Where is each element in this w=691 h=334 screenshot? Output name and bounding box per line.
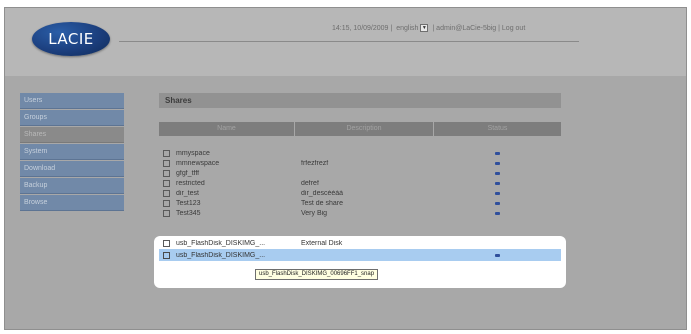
- share-name: gfgf_tfff: [176, 169, 200, 177]
- status-indicator-icon: [495, 253, 500, 257]
- sidebar-item-browse[interactable]: Browse: [20, 195, 124, 211]
- datetime-text: 14:15, 10/09/2009 |: [332, 24, 393, 32]
- share-name: usb_FlashDisk_DISKIMG_...: [176, 239, 266, 247]
- share-name: mmnewspace: [176, 159, 220, 167]
- language-value: english: [396, 24, 419, 32]
- table-row[interactable]: Test345 Very Big: [159, 208, 561, 218]
- status-indicator-icon: [495, 161, 500, 165]
- row-checkbox[interactable]: [163, 179, 170, 187]
- sidebar-item-system[interactable]: System: [20, 144, 124, 160]
- logo-text: LACIE: [48, 30, 94, 48]
- status-indicator-icon: [495, 151, 500, 155]
- row-checkbox[interactable]: [163, 169, 170, 177]
- status-indicator-icon: [495, 171, 500, 175]
- table-row[interactable]: Test123 Test de share: [159, 198, 561, 208]
- share-description: External Disk: [301, 239, 343, 247]
- share-description: Test de share: [301, 199, 344, 207]
- language-select[interactable]: english ▼: [396, 24, 429, 32]
- share-name: usb_FlashDisk_DISKIMG_...: [176, 251, 266, 259]
- sidebar-item-groups[interactable]: Groups: [20, 110, 124, 126]
- row-checkbox[interactable]: [163, 149, 170, 157]
- share-name: mmyspace: [176, 149, 210, 157]
- row-checkbox[interactable]: [163, 159, 170, 167]
- share-description: defref: [301, 179, 319, 187]
- sidebar-item-shares[interactable]: Shares: [20, 127, 124, 143]
- row-checkbox[interactable]: [163, 189, 170, 197]
- sidebar-item-users[interactable]: Users: [20, 93, 124, 109]
- page-title: Shares: [159, 93, 561, 108]
- status-indicator-icon: [495, 201, 500, 205]
- table-row-selected[interactable]: usb_FlashDisk_DISKIMG_...: [159, 249, 561, 261]
- share-description: frfezfrezf: [301, 159, 329, 167]
- highlighted-rows: usb_FlashDisk_DISKIMG_... External Disk …: [154, 236, 566, 288]
- header-divider: [119, 41, 579, 42]
- table-row[interactable]: gfgf_tfff: [159, 168, 561, 178]
- row-checkbox[interactable]: [163, 251, 170, 259]
- lacie-logo: LACIE: [32, 22, 110, 56]
- status-indicator-icon: [495, 191, 500, 195]
- admin-window: LACIE 14:15, 10/09/2009 | english ▼ | ad…: [4, 7, 687, 330]
- column-header-name[interactable]: Name: [159, 122, 295, 136]
- table-row[interactable]: dir_test dir_descééàà: [159, 188, 561, 198]
- status-indicator-icon: [495, 181, 500, 185]
- row-checkbox[interactable]: [163, 239, 170, 247]
- column-header-description[interactable]: Description: [295, 122, 434, 136]
- sidebar-item-download[interactable]: Download: [20, 161, 124, 177]
- column-header-status[interactable]: Status: [434, 122, 561, 136]
- row-checkbox[interactable]: [163, 199, 170, 207]
- share-name: Test345: [176, 209, 201, 217]
- table-row[interactable]: usb_FlashDisk_DISKIMG_... External Disk: [159, 238, 561, 248]
- row-checkbox[interactable]: [163, 209, 170, 217]
- chevron-down-icon[interactable]: ▼: [420, 24, 429, 32]
- share-description: dir_descééàà: [301, 189, 344, 197]
- share-name: restricted: [176, 179, 205, 187]
- share-name: Test123: [176, 199, 201, 207]
- sidebar-item-backup[interactable]: Backup: [20, 178, 124, 194]
- table-row[interactable]: mmnewspace frfezfrezf: [159, 158, 561, 168]
- tooltip: usb_FlashDisk_DISKIMG_00696FF1_snap: [255, 269, 379, 280]
- share-name: dir_test: [176, 189, 199, 197]
- user-links[interactable]: | admin@LaCie-5big | Log out: [432, 25, 525, 32]
- table-header: Name Description Status: [159, 122, 561, 136]
- top-status-bar: 14:15, 10/09/2009 | english ▼ | admin@La…: [332, 22, 525, 34]
- table-row[interactable]: mmyspace: [159, 148, 561, 158]
- status-indicator-icon: [495, 211, 500, 215]
- sidebar: Users Groups Shares System Download Back…: [20, 93, 124, 212]
- page: LACIE 14:15, 10/09/2009 | english ▼ | ad…: [0, 0, 691, 334]
- shares-table: Name Description Status mmyspace mmnewsp…: [159, 122, 561, 218]
- table-row[interactable]: restricted defref: [159, 178, 561, 188]
- share-description: Very Big: [301, 209, 328, 217]
